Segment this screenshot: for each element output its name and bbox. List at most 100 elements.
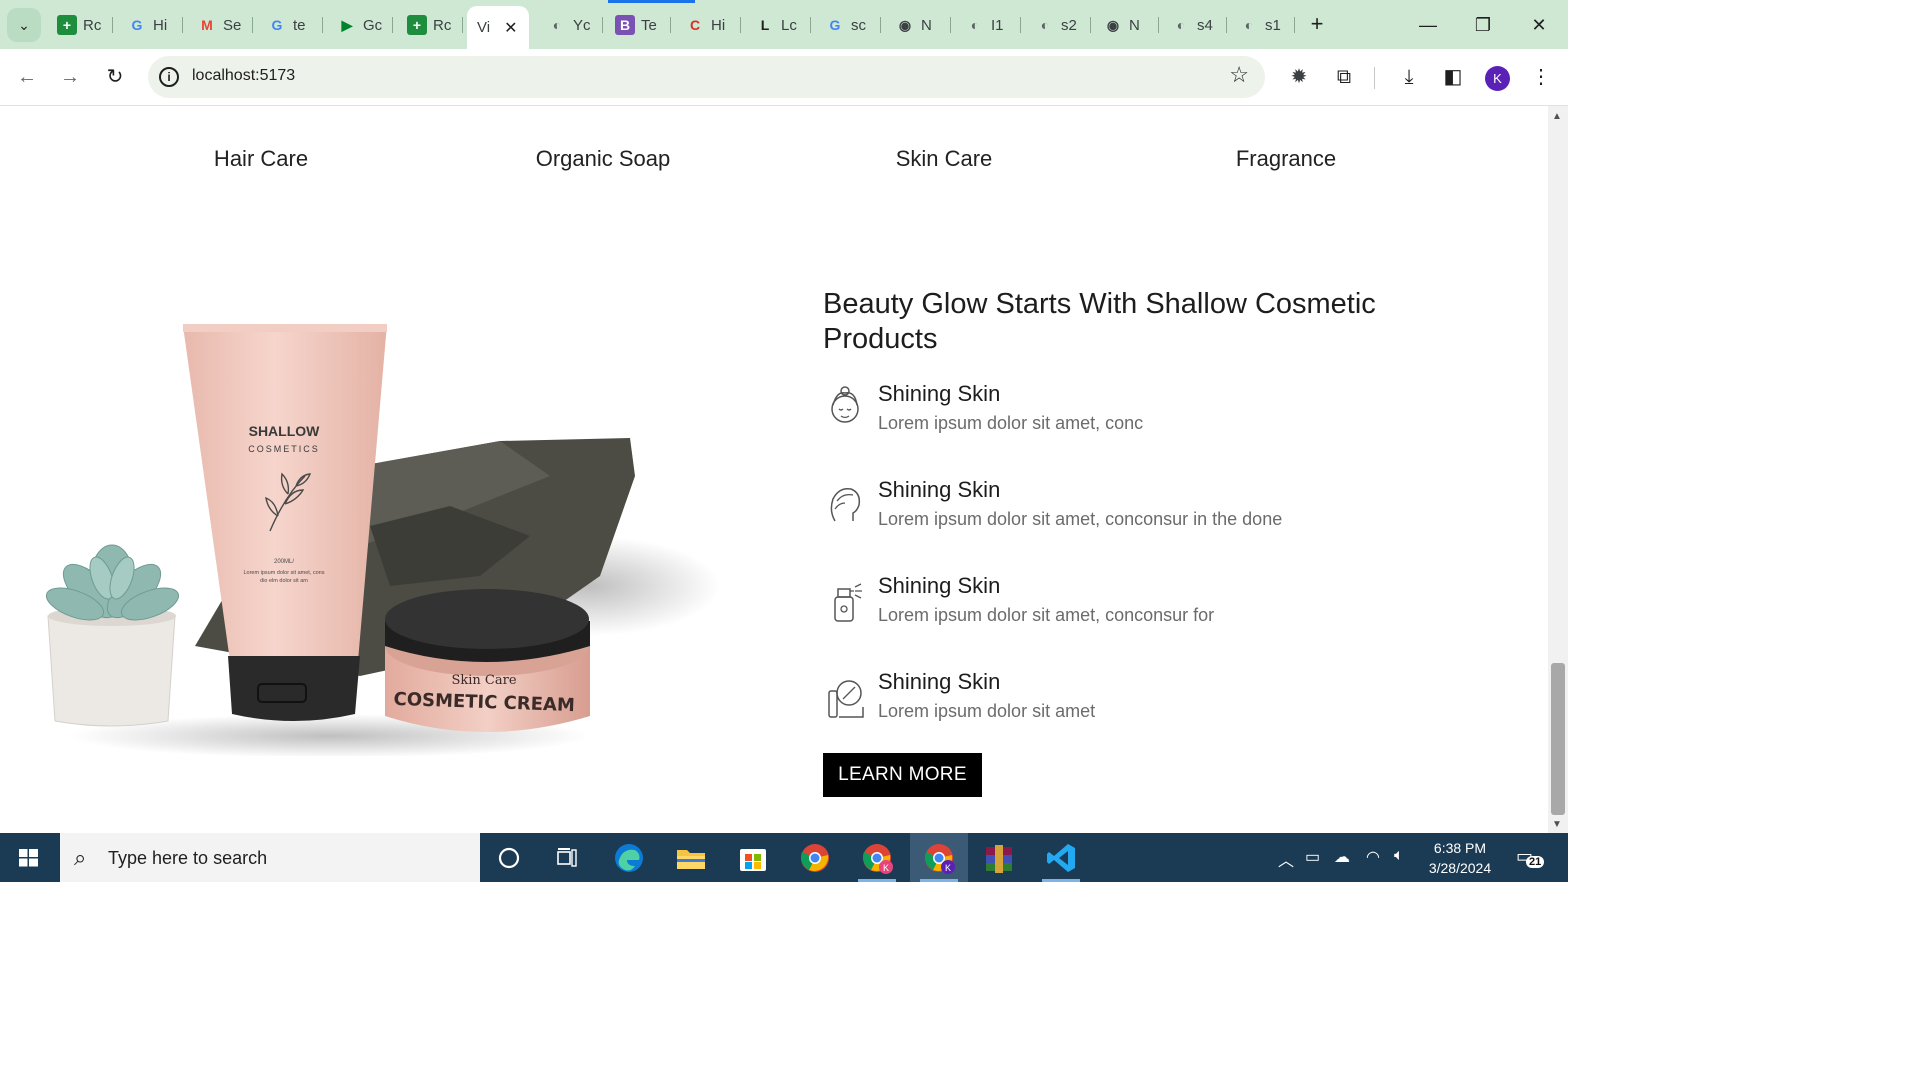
hair-profile-icon bbox=[830, 487, 861, 522]
browser-tab[interactable]: L Lc bbox=[745, 8, 811, 42]
tab-separator bbox=[252, 17, 253, 33]
tab-loading-indicator bbox=[608, 0, 695, 3]
address-bar[interactable]: i localhost:5173 ☆ bbox=[148, 56, 1265, 98]
chrome-profile-icon: K bbox=[924, 843, 955, 874]
scrollbar-thumb[interactable] bbox=[1551, 663, 1565, 815]
arrow-right-icon: → bbox=[60, 66, 80, 88]
taskbar-search-placeholder[interactable]: Type here to search bbox=[108, 848, 267, 869]
taskbar-chrome-profile-1[interactable]: K bbox=[848, 833, 906, 882]
side-panel-button[interactable]: ◧ bbox=[1438, 62, 1468, 92]
taskbar-vscode[interactable] bbox=[1032, 833, 1090, 882]
taskbar-file-explorer[interactable] bbox=[662, 833, 720, 882]
volume-icon[interactable]: 🔈︎ bbox=[1394, 847, 1404, 865]
tab-separator bbox=[1158, 17, 1159, 33]
learn-more-button[interactable]: LEARN MORE bbox=[823, 753, 982, 797]
browser-tab[interactable]: ▶ Gc bbox=[327, 8, 393, 42]
browser-tab[interactable]: Gsc bbox=[815, 8, 881, 42]
globe-icon: ◐ bbox=[970, 17, 980, 33]
browser-tab[interactable]: + Rc bbox=[397, 8, 463, 42]
close-window-button[interactable]: ✕ bbox=[1524, 10, 1554, 40]
vscode-icon bbox=[1047, 843, 1075, 872]
browser-tab[interactable]: + Rc bbox=[47, 8, 113, 42]
task-view-button[interactable] bbox=[538, 833, 596, 882]
tab-strip: ⌄ + Rc G Hi M Se Gte ▶ Gc + Rc Vi ✕ ◐ Yc B Te C Hi L Lc Gsc ◉ N… bbox=[0, 0, 1568, 49]
google-icon: G bbox=[131, 17, 143, 33]
forward-button[interactable]: → bbox=[55, 62, 85, 92]
browser-tab[interactable]: M Se bbox=[187, 8, 253, 42]
tube-fine-print-2: dio elm dolor sit am bbox=[260, 578, 308, 584]
browser-tab[interactable]: ◐ s1 bbox=[1229, 8, 1295, 42]
profile-avatar[interactable]: K bbox=[1485, 66, 1510, 91]
taskbar-chrome[interactable] bbox=[786, 833, 844, 882]
minimize-button[interactable]: — bbox=[1413, 10, 1443, 40]
notification-count-badge: 21 bbox=[1526, 856, 1545, 868]
browser-tab[interactable]: ◐ s2 bbox=[1025, 8, 1091, 42]
scroll-down-arrow-icon[interactable]: ▼ bbox=[1552, 819, 1562, 830]
cortana-button[interactable] bbox=[480, 833, 538, 882]
page-scrollbar[interactable]: ▲ ▼ bbox=[1548, 106, 1568, 833]
taskbar-edge[interactable] bbox=[600, 833, 658, 882]
taskbar-winrar[interactable] bbox=[970, 833, 1028, 882]
wifi-icon[interactable]: ◠ bbox=[1366, 847, 1380, 867]
extensions-button[interactable]: ⧉ bbox=[1329, 62, 1359, 92]
new-tab-button[interactable]: + bbox=[1304, 12, 1330, 38]
sheets-icon: + bbox=[407, 15, 427, 35]
tab-title: Se bbox=[223, 16, 242, 34]
download-icon: ⤓ bbox=[1404, 66, 1414, 88]
extension-bug-button[interactable]: ✹ bbox=[1284, 62, 1314, 92]
start-button[interactable] bbox=[0, 833, 58, 882]
browser-tab[interactable]: ◐ Yc bbox=[537, 8, 603, 42]
category-hair-care[interactable]: Hair Care bbox=[214, 146, 308, 172]
feature-description: Lorem ipsum dolor sit amet, conconsur in… bbox=[878, 509, 1283, 529]
chrome-menu-button[interactable]: ⋮ bbox=[1526, 62, 1556, 92]
reload-button[interactable]: ↻ bbox=[100, 62, 130, 92]
restore-button[interactable]: ❐ bbox=[1468, 10, 1498, 40]
scroll-up-arrow-icon[interactable]: ▲ bbox=[1552, 111, 1562, 122]
browser-tab[interactable]: ◐ I1 bbox=[955, 8, 1021, 42]
tab-separator bbox=[1020, 17, 1021, 33]
globe-icon: ◐ bbox=[1176, 17, 1186, 33]
tube-cap bbox=[228, 656, 360, 721]
globe-icon: ◐ bbox=[1244, 17, 1254, 33]
category-skin-care[interactable]: Skin Care bbox=[896, 146, 993, 172]
bookmark-star-icon[interactable]: ☆ bbox=[1229, 62, 1249, 88]
clock-date: 3/28/2024 bbox=[1428, 860, 1492, 876]
tab-separator bbox=[1294, 17, 1295, 33]
running-indicator bbox=[1042, 879, 1080, 882]
google-icon: G bbox=[271, 17, 283, 33]
browser-tab[interactable]: B Te bbox=[605, 8, 671, 42]
address-url[interactable]: localhost:5173 bbox=[192, 67, 295, 85]
product-image: SHALLOW COSMETICS 200ML/ Lorem ipsum dol… bbox=[45, 324, 720, 756]
browser-tab[interactable]: C Hi bbox=[675, 8, 741, 42]
tab-title: Rc bbox=[83, 16, 102, 34]
browser-tab[interactable]: ◉ N bbox=[885, 8, 951, 42]
globe-icon: ◐ bbox=[552, 17, 562, 33]
tube-fine-print-1: Lorem ipsum dolor sit amet, cons bbox=[243, 570, 324, 576]
tab-separator bbox=[950, 17, 951, 33]
taskbar-store[interactable] bbox=[724, 833, 782, 882]
browser-tab[interactable]: ◉ N bbox=[1093, 8, 1159, 42]
tab-title: te bbox=[293, 16, 306, 34]
category-organic-soap[interactable]: Organic Soap bbox=[536, 146, 671, 172]
battery-icon[interactable]: ▭ bbox=[1305, 847, 1320, 867]
feature-title: Shining Skin bbox=[878, 381, 1001, 406]
tab-separator bbox=[670, 17, 671, 33]
browser-tab[interactable]: Vi ✕ bbox=[467, 6, 529, 49]
tab-separator bbox=[602, 17, 603, 33]
tab-title: Hi bbox=[153, 16, 168, 34]
tab-search-button[interactable]: ⌄ bbox=[7, 8, 41, 42]
downloads-button[interactable]: ⤓ bbox=[1394, 62, 1424, 92]
browser-tab[interactable]: G Hi bbox=[117, 8, 183, 42]
taskbar-clock[interactable]: 6:38 PM 3/28/2024 bbox=[1422, 838, 1498, 878]
site-info-icon[interactable]: i bbox=[159, 67, 179, 87]
taskbar-search-box[interactable]: ⌕ Type here to search bbox=[60, 833, 480, 882]
tab-close-icon[interactable]: ✕ bbox=[504, 18, 517, 38]
notification-center-button[interactable]: ▭ 21 bbox=[1516, 846, 1545, 868]
browser-tab[interactable]: Gte bbox=[257, 8, 323, 42]
category-fragrance[interactable]: Fragrance bbox=[1236, 146, 1336, 172]
browser-tab[interactable]: ◐ s4 bbox=[1161, 8, 1227, 42]
taskbar-chrome-profile-2[interactable]: K bbox=[910, 833, 968, 882]
onedrive-icon[interactable]: ☁ bbox=[1334, 847, 1350, 867]
tray-chevron-up-icon[interactable]: ︿ bbox=[1278, 847, 1294, 871]
back-button[interactable]: ← bbox=[12, 62, 42, 92]
